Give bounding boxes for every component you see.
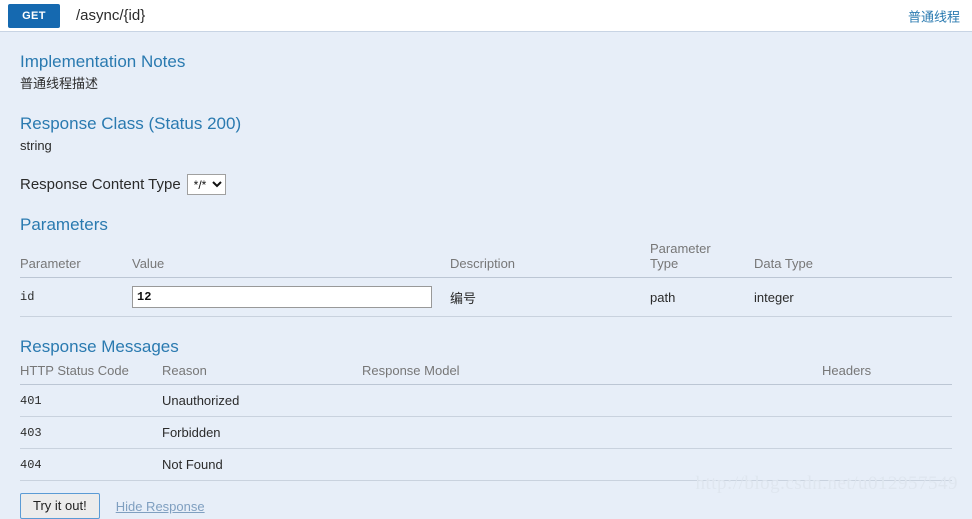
- operation-path[interactable]: /async/{id}: [76, 7, 145, 24]
- response-class-model: string: [20, 138, 52, 153]
- response-headers: [822, 384, 952, 417]
- parameters-header-description: Description: [450, 241, 650, 278]
- implementation-notes-text: 普通线程描述: [20, 76, 99, 91]
- operation-content: Implementation Notes 普通线程描述 Response Cla…: [0, 52, 972, 519]
- parameters-header-parameter: Parameter: [20, 241, 132, 278]
- response-content-type-label: Response Content Type: [20, 176, 181, 193]
- parameters-header-data-type: Data Type: [754, 241, 952, 278]
- table-row: 401 Unauthorized: [20, 384, 952, 417]
- action-row: Try it out! Hide Response: [20, 493, 952, 519]
- parameters-header-parameter-type-line1: Parameter: [650, 241, 711, 256]
- response-model: [362, 416, 822, 449]
- parameter-value-input[interactable]: [132, 286, 432, 308]
- parameters-header-parameter-type: Parameter Type: [650, 241, 754, 278]
- parameters-header-parameter-type-line2: Type: [650, 256, 679, 271]
- parameter-name: id: [20, 277, 132, 317]
- response-messages-table: HTTP Status Code Reason Response Model H…: [20, 363, 952, 481]
- response-messages-header-reason: Reason: [162, 363, 362, 385]
- operation-tag-link[interactable]: 普通线程: [908, 6, 960, 25]
- implementation-notes-title: Implementation Notes: [20, 52, 186, 71]
- response-reason: Not Found: [162, 448, 362, 481]
- table-row: 403 Forbidden: [20, 416, 952, 449]
- table-row: 404 Not Found: [20, 448, 952, 481]
- parameters-table-header-row: Parameter Value Description Parameter Ty…: [20, 241, 952, 278]
- response-status-code: 401: [20, 384, 162, 417]
- parameters-title: Parameters: [20, 215, 108, 234]
- parameter-data-type: integer: [754, 277, 952, 317]
- table-row: id 编号 path integer: [20, 277, 952, 317]
- response-class-title: Response Class (Status 200): [20, 114, 242, 133]
- response-model: [362, 384, 822, 417]
- try-it-out-button[interactable]: Try it out!: [20, 493, 100, 519]
- parameter-value-cell: [132, 277, 450, 317]
- response-messages-header-row: HTTP Status Code Reason Response Model H…: [20, 363, 952, 385]
- response-headers: [822, 448, 952, 481]
- response-messages-header-status-code: HTTP Status Code: [20, 363, 162, 385]
- parameters-header-value: Value: [132, 241, 450, 278]
- parameters-table: Parameter Value Description Parameter Ty…: [20, 241, 952, 317]
- response-model: [362, 448, 822, 481]
- http-method-badge[interactable]: GET: [8, 3, 60, 28]
- response-messages-header-response-model: Response Model: [362, 363, 822, 385]
- response-headers: [822, 416, 952, 449]
- response-status-code: 403: [20, 416, 162, 449]
- response-reason: Forbidden: [162, 416, 362, 449]
- response-reason: Unauthorized: [162, 384, 362, 417]
- response-content-type-row: Response Content Type */*: [20, 174, 952, 195]
- response-messages-title: Response Messages: [20, 337, 179, 356]
- parameter-description: 编号: [450, 277, 650, 317]
- response-content-type-select[interactable]: */*: [186, 174, 226, 195]
- parameter-type: path: [650, 277, 754, 317]
- operation-header[interactable]: GET /async/{id} 普通线程: [0, 0, 972, 32]
- hide-response-link[interactable]: Hide Response: [116, 499, 205, 514]
- response-status-code: 404: [20, 448, 162, 481]
- response-messages-header-headers: Headers: [822, 363, 952, 385]
